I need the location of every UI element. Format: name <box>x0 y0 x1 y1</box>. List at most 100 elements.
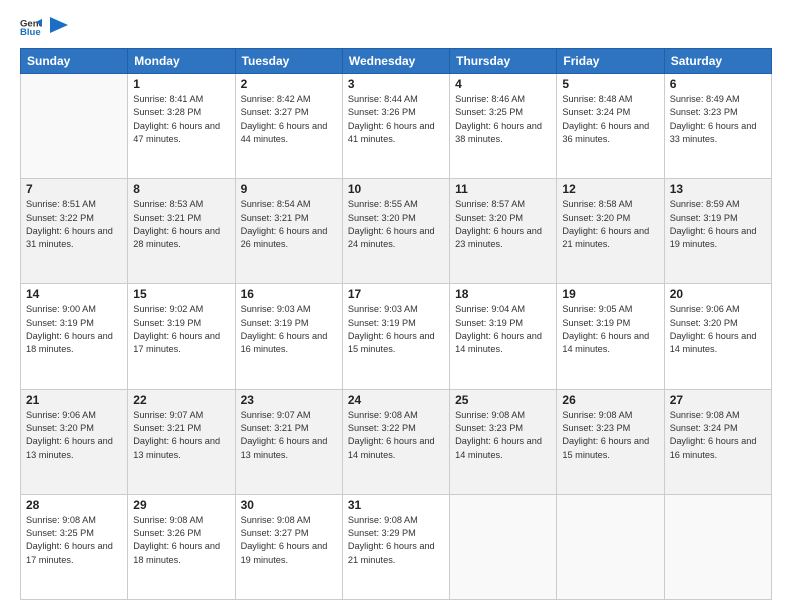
daylight-text: Daylight: 6 hours and 16 minutes. <box>670 436 757 459</box>
sunrise-text: Sunrise: 8:48 AM <box>562 94 632 104</box>
daylight-text: Daylight: 6 hours and 47 minutes. <box>133 121 220 144</box>
sunrise-text: Sunrise: 9:08 AM <box>241 515 311 525</box>
day-info: Sunrise: 8:48 AMSunset: 3:24 PMDaylight:… <box>562 93 658 146</box>
daylight-text: Daylight: 6 hours and 19 minutes. <box>670 226 757 249</box>
day-info: Sunrise: 9:08 AMSunset: 3:23 PMDaylight:… <box>562 409 658 462</box>
table-row: 9Sunrise: 8:54 AMSunset: 3:21 PMDaylight… <box>235 179 342 284</box>
daylight-text: Daylight: 6 hours and 23 minutes. <box>455 226 542 249</box>
day-number: 30 <box>241 498 337 512</box>
svg-text:Blue: Blue <box>20 27 41 38</box>
day-number: 14 <box>26 287 122 301</box>
sunset-text: Sunset: 3:21 PM <box>241 213 309 223</box>
sunrise-text: Sunrise: 8:54 AM <box>241 199 311 209</box>
col-monday: Monday <box>128 49 235 74</box>
day-info: Sunrise: 8:53 AMSunset: 3:21 PMDaylight:… <box>133 198 229 251</box>
sunrise-text: Sunrise: 9:08 AM <box>455 410 525 420</box>
sunrise-text: Sunrise: 8:41 AM <box>133 94 203 104</box>
daylight-text: Daylight: 6 hours and 28 minutes. <box>133 226 220 249</box>
sunrise-text: Sunrise: 9:06 AM <box>670 304 740 314</box>
table-row: 11 Sunrise: 8:57 AMSunset: 3:20 PMDayligh… <box>450 179 557 284</box>
day-info: Sunrise: 9:05 AMSunset: 3:19 PMDaylight:… <box>562 303 658 356</box>
table-row <box>450 494 557 599</box>
sunset-text: Sunset: 3:23 PM <box>670 107 738 117</box>
day-info: Sunrise: 8:42 AMSunset: 3:27 PMDaylight:… <box>241 93 337 146</box>
day-info: Sunrise: 9:03 AMSunset: 3:19 PMDaylight:… <box>241 303 337 356</box>
sunrise-text: Sunrise: 9:00 AM <box>26 304 96 314</box>
col-wednesday: Wednesday <box>342 49 449 74</box>
day-info: Sunrise: 9:00 AMSunset: 3:19 PMDaylight:… <box>26 303 122 356</box>
sunset-text: Sunset: 3:24 PM <box>670 423 738 433</box>
table-row: 28Sunrise: 9:08 AMSunset: 3:25 PMDayligh… <box>21 494 128 599</box>
daylight-text: Daylight: 6 hours and 16 minutes. <box>241 331 328 354</box>
day-number: 18 <box>455 287 551 301</box>
calendar-week-row: 28Sunrise: 9:08 AMSunset: 3:25 PMDayligh… <box>21 494 772 599</box>
day-info: Sunrise: 8:51 AMSunset: 3:22 PMDaylight:… <box>26 198 122 251</box>
sunset-text: Sunset: 3:19 PM <box>133 318 201 328</box>
table-row: 19Sunrise: 9:05 AMSunset: 3:19 PMDayligh… <box>557 284 664 389</box>
table-row: 25 Sunrise: 9:08 AMSunset: 3:23 PMDayligh… <box>450 389 557 494</box>
day-info: Sunrise: 8:55 AMSunset: 3:20 PMDaylight:… <box>348 198 444 251</box>
day-number: 25 <box>455 393 551 407</box>
sunset-text: Sunset: 3:19 PM <box>26 318 94 328</box>
col-tuesday: Tuesday <box>235 49 342 74</box>
calendar-week-row: 7Sunrise: 8:51 AMSunset: 3:22 PMDaylight… <box>21 179 772 284</box>
sunrise-text: Sunrise: 9:03 AM <box>348 304 418 314</box>
day-info: Sunrise: 9:03 AMSunset: 3:19 PMDaylight:… <box>348 303 444 356</box>
sunrise-text: Sunrise: 8:42 AM <box>241 94 311 104</box>
col-saturday: Saturday <box>664 49 771 74</box>
sunset-text: Sunset: 3:20 PM <box>348 213 416 223</box>
sunset-text: Sunset: 3:19 PM <box>562 318 630 328</box>
table-row: 14Sunrise: 9:00 AMSunset: 3:19 PMDayligh… <box>21 284 128 389</box>
sunset-text: Sunset: 3:25 PM <box>455 107 523 117</box>
sunrise-text: Sunrise: 9:02 AM <box>133 304 203 314</box>
day-number: 11 <box>455 182 551 196</box>
daylight-text: Daylight: 6 hours and 14 minutes. <box>348 436 435 459</box>
day-info: Sunrise: 9:08 AMSunset: 3:25 PMDaylight:… <box>26 514 122 567</box>
table-row: 3 Sunrise: 8:44 AMSunset: 3:26 PMDaylight… <box>342 74 449 179</box>
sunrise-text: Sunrise: 9:05 AM <box>562 304 632 314</box>
table-row: 20Sunrise: 9:06 AMSunset: 3:20 PMDayligh… <box>664 284 771 389</box>
day-number: 26 <box>562 393 658 407</box>
logo: General Blue <box>20 16 68 38</box>
table-row: 15Sunrise: 9:02 AMSunset: 3:19 PMDayligh… <box>128 284 235 389</box>
sunset-text: Sunset: 3:24 PM <box>562 107 630 117</box>
calendar-week-row: 21Sunrise: 9:06 AMSunset: 3:20 PMDayligh… <box>21 389 772 494</box>
day-info: Sunrise: 9:08 AMSunset: 3:26 PMDaylight:… <box>133 514 229 567</box>
logo-icon: General Blue <box>20 16 42 38</box>
sunrise-text: Sunrise: 9:08 AM <box>562 410 632 420</box>
day-info: Sunrise: 9:07 AMSunset: 3:21 PMDaylight:… <box>133 409 229 462</box>
table-row: 22 Sunrise: 9:07 AMSunset: 3:21 PMDayligh… <box>128 389 235 494</box>
daylight-text: Daylight: 6 hours and 21 minutes. <box>348 541 435 564</box>
day-number: 22 <box>133 393 229 407</box>
header: General Blue <box>20 16 772 38</box>
day-number: 29 <box>133 498 229 512</box>
table-row: 2 Sunrise: 8:42 AMSunset: 3:27 PMDaylight… <box>235 74 342 179</box>
sunset-text: Sunset: 3:22 PM <box>348 423 416 433</box>
daylight-text: Daylight: 6 hours and 15 minutes. <box>348 331 435 354</box>
day-info: Sunrise: 8:57 AMSunset: 3:20 PMDaylight:… <box>455 198 551 251</box>
sunrise-text: Sunrise: 8:53 AM <box>133 199 203 209</box>
sunset-text: Sunset: 3:22 PM <box>26 213 94 223</box>
sunrise-text: Sunrise: 9:08 AM <box>670 410 740 420</box>
sunrise-text: Sunrise: 8:58 AM <box>562 199 632 209</box>
sunrise-text: Sunrise: 9:08 AM <box>348 410 418 420</box>
table-row: 24Sunrise: 9:08 AMSunset: 3:22 PMDayligh… <box>342 389 449 494</box>
day-number: 2 <box>241 77 337 91</box>
day-info: Sunrise: 8:54 AMSunset: 3:21 PMDaylight:… <box>241 198 337 251</box>
calendar-week-row: 1Sunrise: 8:41 AMSunset: 3:28 PMDaylight… <box>21 74 772 179</box>
daylight-text: Daylight: 6 hours and 14 minutes. <box>455 331 542 354</box>
sunset-text: Sunset: 3:26 PM <box>348 107 416 117</box>
logo-arrow-icon <box>50 17 68 37</box>
sunset-text: Sunset: 3:20 PM <box>562 213 630 223</box>
daylight-text: Daylight: 6 hours and 18 minutes. <box>133 541 220 564</box>
sunrise-text: Sunrise: 8:49 AM <box>670 94 740 104</box>
day-number: 3 <box>348 77 444 91</box>
table-row: 27Sunrise: 9:08 AMSunset: 3:24 PMDayligh… <box>664 389 771 494</box>
day-info: Sunrise: 8:44 AMSunset: 3:26 PMDaylight:… <box>348 93 444 146</box>
table-row: 1Sunrise: 8:41 AMSunset: 3:28 PMDaylight… <box>128 74 235 179</box>
sunrise-text: Sunrise: 9:08 AM <box>348 515 418 525</box>
day-info: Sunrise: 9:08 AM Sunset: 3:22 PM Daylight:… <box>348 409 444 462</box>
day-info: Sunrise: 9:08 AMSunset: 3:23 PMDaylight:… <box>455 409 551 462</box>
sunset-text: Sunset: 3:21 PM <box>241 423 309 433</box>
daylight-text: Daylight: 6 hours and 44 minutes. <box>241 121 328 144</box>
